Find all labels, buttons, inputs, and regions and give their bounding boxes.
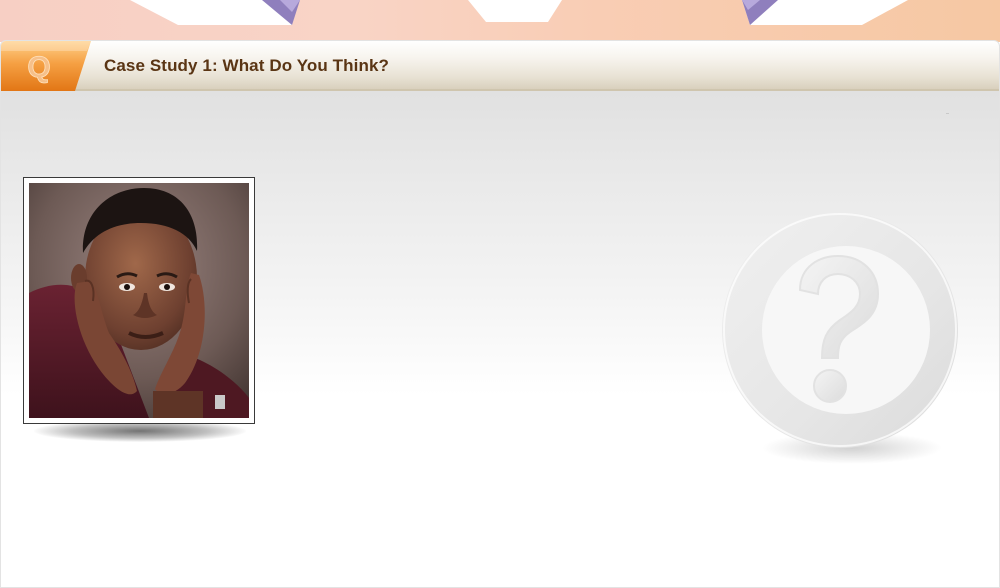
- person-thinking-photo: [29, 183, 249, 418]
- top-band-tabs-graphic: [130, 0, 908, 25]
- slide-header: Q Case Study 1: What Do You Think?: [1, 41, 999, 91]
- decorative-dot: [946, 113, 949, 114]
- person-illustration: [29, 183, 249, 418]
- q-badge-icon: Q: [1, 41, 91, 91]
- question-mark-icon: [722, 212, 958, 464]
- top-navigation-band: [0, 0, 1000, 42]
- page-title: Case Study 1: What Do You Think?: [104, 56, 389, 75]
- q-badge-letter: Q: [27, 51, 50, 84]
- case-study-slide: Q Case Study 1: What Do You Think?: [0, 0, 1000, 588]
- photo-frame: [23, 177, 255, 424]
